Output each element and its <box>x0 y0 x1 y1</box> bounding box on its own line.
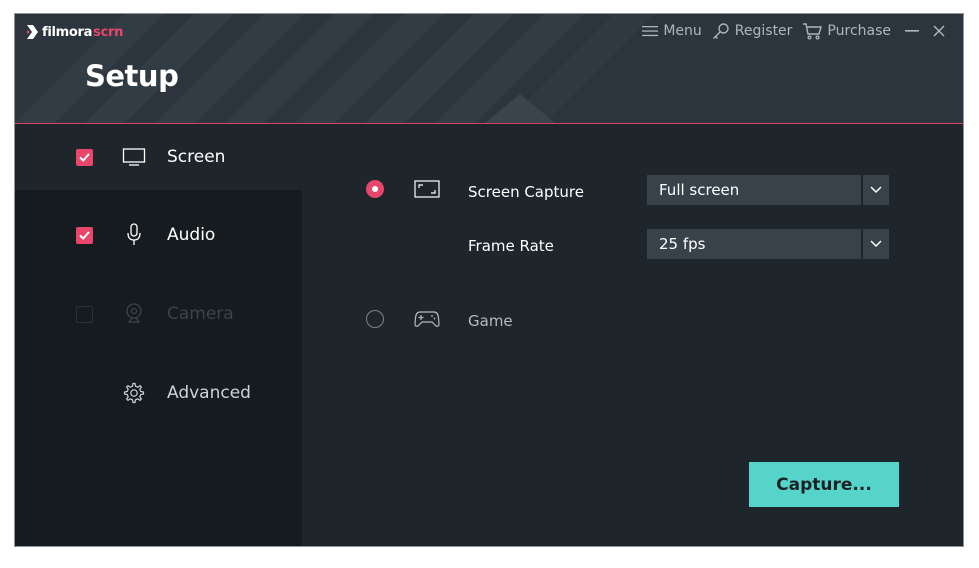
checkmark-icon <box>79 230 90 240</box>
screen-checkbox[interactable] <box>76 148 93 166</box>
register-label: Register <box>734 23 793 39</box>
screen-capture-select[interactable]: Full screen <box>647 175 889 205</box>
chevron-down-icon[interactable] <box>863 175 889 205</box>
close-icon <box>933 25 945 37</box>
logo-accent-text: scrn <box>93 24 124 40</box>
screen-capture-value: Full screen <box>647 175 861 205</box>
purchase-button[interactable]: Purchase <box>802 22 891 40</box>
frame-rate-select[interactable]: 25 fps <box>647 229 889 259</box>
screen-capture-label: Screen Capture <box>468 183 584 201</box>
sidebar-item-label: Camera <box>167 304 234 324</box>
sidebar: Screen Audio Camera Advanced <box>15 124 302 546</box>
checkmark-icon <box>79 152 90 162</box>
key-icon <box>712 23 729 39</box>
shopping-cart-icon <box>803 23 823 40</box>
filmora-logo-icon <box>27 25 38 39</box>
microphone-icon <box>122 223 146 247</box>
purchase-label: Purchase <box>827 23 891 39</box>
sidebar-item-label: Advanced <box>167 383 251 403</box>
app-window: filmora scrn Setup Menu Register Purchas… <box>14 13 964 547</box>
frame-rate-label: Frame Rate <box>468 237 554 255</box>
sidebar-item-label: Screen <box>167 147 226 167</box>
gamepad-icon <box>414 309 440 329</box>
register-button[interactable]: Register <box>712 22 793 40</box>
header: filmora scrn Setup Menu Register Purchas… <box>15 14 963 124</box>
screen-capture-radio[interactable] <box>366 180 384 198</box>
game-label: Game <box>468 312 513 330</box>
game-radio[interactable] <box>366 310 384 328</box>
main-panel: Screen Capture Full screen Frame Rate 25… <box>302 124 963 546</box>
menu-label: Menu <box>663 23 702 39</box>
sidebar-item-label: Audio <box>167 225 216 245</box>
camera-checkbox[interactable] <box>76 305 93 323</box>
app-logo: filmora scrn <box>27 23 123 41</box>
chevron-down-icon[interactable] <box>863 229 889 259</box>
screen-region-icon <box>414 179 440 199</box>
monitor-icon <box>122 145 146 169</box>
frame-rate-value: 25 fps <box>647 229 861 259</box>
sidebar-item-audio[interactable]: Audio <box>15 202 302 268</box>
minimize-icon <box>905 30 919 32</box>
minimize-button[interactable] <box>905 24 919 38</box>
top-toolbar: Menu Register Purchase <box>632 20 945 42</box>
hamburger-menu-icon <box>642 26 659 37</box>
logo-text: filmora <box>42 24 93 40</box>
sidebar-item-camera[interactable]: Camera <box>15 281 302 347</box>
capture-button[interactable]: Capture... <box>749 462 899 507</box>
webcam-icon <box>122 302 146 326</box>
menu-button[interactable]: Menu <box>642 23 702 39</box>
sidebar-item-screen[interactable]: Screen <box>15 124 302 190</box>
sidebar-item-advanced[interactable]: Advanced <box>15 360 302 426</box>
audio-checkbox[interactable] <box>76 226 93 244</box>
gear-icon <box>122 381 146 405</box>
close-button[interactable] <box>933 25 945 37</box>
page-title: Setup <box>85 59 179 93</box>
